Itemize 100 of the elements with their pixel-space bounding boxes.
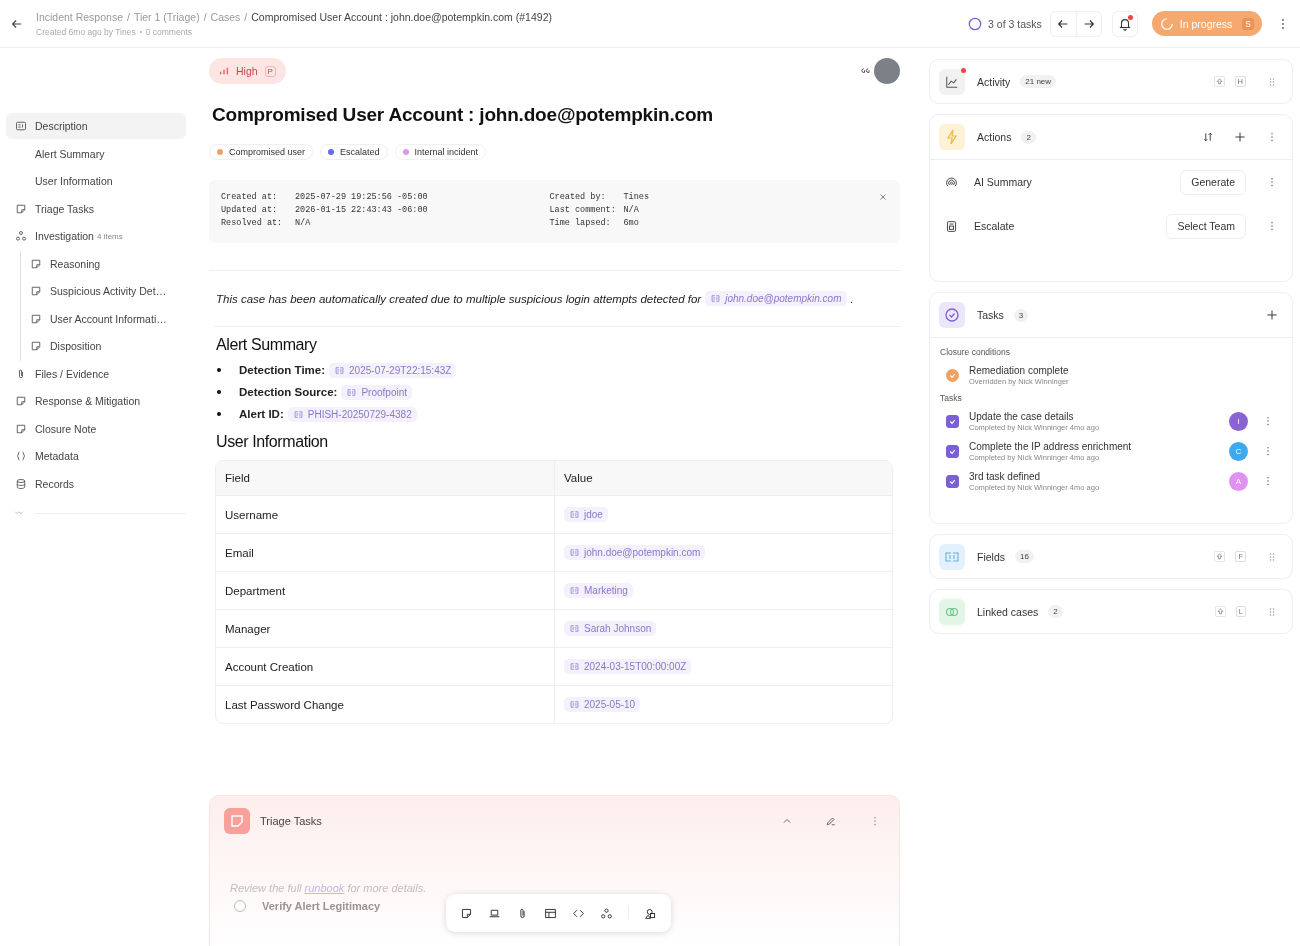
table-icon[interactable] bbox=[544, 906, 557, 920]
action-button[interactable]: Select Team bbox=[1166, 213, 1246, 239]
signal-icon bbox=[945, 175, 958, 189]
panel-title: Linked cases bbox=[977, 605, 1039, 618]
sidebar-subitem[interactable]: User Information bbox=[6, 168, 186, 194]
count-badge: 16 bbox=[1015, 550, 1034, 563]
value-chip[interactable]: Marketing bbox=[564, 583, 633, 598]
email-chip[interactable]: john.doe@potempkin.com bbox=[705, 291, 847, 306]
note-icon bbox=[30, 257, 42, 270]
task-checkbox[interactable] bbox=[946, 474, 959, 488]
close-icon[interactable] bbox=[878, 192, 888, 202]
sidebar-item[interactable]: Description bbox=[6, 113, 186, 139]
table-cell: Manager bbox=[216, 610, 554, 648]
sidebar-item[interactable]: Metadata bbox=[6, 443, 186, 469]
action-label: AI Summary bbox=[974, 176, 1032, 188]
task-title: Complete the IP address enrichment bbox=[969, 440, 1132, 452]
sidebar-subitem[interactable]: Reasoning bbox=[21, 250, 186, 277]
bell-icon bbox=[1117, 16, 1132, 31]
priority-badge[interactable]: High P bbox=[209, 58, 286, 84]
card-title: Triage Tasks bbox=[260, 815, 323, 827]
sidebar-item[interactable]: Files / Evidence bbox=[6, 360, 186, 387]
panel-title: Activity bbox=[977, 75, 1011, 88]
edit-icon[interactable] bbox=[825, 815, 837, 827]
count-badge: 2 bbox=[1021, 130, 1036, 144]
field-icon bbox=[939, 543, 965, 570]
sidebar-subitem[interactable]: Suspicious Activity Det… bbox=[21, 278, 186, 304]
task-checkbox[interactable] bbox=[946, 414, 959, 428]
value-chip[interactable]: Sarah Johnson bbox=[564, 621, 657, 636]
info-label: Created at: bbox=[221, 192, 279, 202]
runbook-note: Review the full runbook for more details. bbox=[230, 882, 428, 894]
sidebar-item[interactable]: Response & Mitigation bbox=[6, 388, 186, 414]
sidebar-item[interactable]: Closure Note bbox=[6, 415, 186, 442]
info-value: Tines bbox=[623, 192, 649, 202]
info-label: Time lapsed: bbox=[549, 218, 612, 228]
assignee-avatar[interactable]: I bbox=[1229, 411, 1248, 431]
note-icon bbox=[30, 312, 42, 325]
alert-field-label: Detection Source: bbox=[239, 386, 338, 398]
value-chip[interactable]: 2024-03-15T00:00:00Z bbox=[564, 659, 692, 674]
info-label: Created by: bbox=[549, 192, 607, 202]
field-icon bbox=[292, 408, 304, 420]
info-label: Updated at: bbox=[221, 205, 279, 215]
field-icon bbox=[569, 585, 580, 596]
shapes-icon[interactable] bbox=[644, 906, 657, 920]
comments-count: 0 comments bbox=[145, 26, 192, 37]
panel-title: Fields bbox=[977, 550, 1005, 563]
task-checkbox[interactable] bbox=[946, 444, 959, 458]
shift-key-icon bbox=[1214, 551, 1226, 562]
note-icon[interactable] bbox=[460, 906, 473, 920]
bullet-dot bbox=[217, 368, 221, 372]
field-icon bbox=[334, 364, 346, 376]
value-chip[interactable]: john.doe@potempkin.com bbox=[564, 545, 706, 560]
info-value: 2025-07-29 19:25:56 -05:00 bbox=[295, 192, 428, 202]
task-count: 3 of 3 tasks bbox=[988, 17, 1042, 30]
sidebar-item[interactable]: Investigation 4 items bbox=[6, 223, 186, 249]
case-title: Compromised User Account : john.doe@potempkin.com bbox=[212, 104, 714, 126]
action-button[interactable]: Generate bbox=[1180, 169, 1246, 195]
link-rings-icon bbox=[939, 598, 965, 625]
note-icon bbox=[15, 395, 27, 407]
note-icon bbox=[30, 285, 42, 297]
value-chip[interactable]: 2025-07-29T22:15:43Z bbox=[329, 362, 457, 378]
field-icon bbox=[569, 547, 580, 558]
field-icon bbox=[569, 509, 580, 520]
task-title: Verify Alert Legitimacy bbox=[262, 900, 381, 912]
breadcrumb-separator: / bbox=[244, 10, 248, 23]
value-chip[interactable]: 2025-05-10 bbox=[564, 697, 641, 712]
info-label: Last comment: bbox=[549, 205, 617, 215]
count-badge: 3 bbox=[1013, 308, 1029, 322]
condition-check[interactable] bbox=[946, 368, 959, 382]
created-meta: Created 6mo ago by Tines bbox=[36, 26, 136, 37]
info-label: Resolved at: bbox=[221, 218, 284, 228]
avatar-placeholder[interactable] bbox=[874, 58, 900, 84]
sidebar-subitem[interactable]: Alert Summary bbox=[6, 140, 186, 167]
alert-field-label: Alert ID: bbox=[239, 408, 284, 420]
action-label: Escalate bbox=[974, 220, 1015, 232]
task-checkbox[interactable] bbox=[234, 900, 246, 912]
group-label: Closure conditions bbox=[940, 347, 1011, 357]
add-icon[interactable] bbox=[1266, 309, 1278, 321]
nodes-icon[interactable] bbox=[600, 906, 613, 920]
value-chip[interactable]: jdoe bbox=[564, 507, 608, 522]
sidebar-item[interactable]: Records bbox=[6, 470, 186, 497]
id-card-icon bbox=[15, 120, 27, 132]
value-chip[interactable]: Proofpoint bbox=[341, 384, 412, 400]
lightning-icon bbox=[939, 124, 965, 150]
sort-icon[interactable] bbox=[1202, 131, 1214, 143]
info-value: 2026-01-15 22:43:43 -06:00 bbox=[295, 205, 428, 215]
ring-icon bbox=[968, 16, 983, 31]
section-heading: Alert Summary bbox=[216, 336, 318, 354]
device-icon bbox=[945, 219, 958, 233]
shift-key-icon bbox=[1214, 606, 1226, 617]
sidebar-subitem[interactable]: User Account Informati… bbox=[21, 305, 186, 332]
task-title: 3rd task defined bbox=[969, 470, 1042, 482]
add-icon[interactable] bbox=[1234, 131, 1246, 143]
notifications-button[interactable] bbox=[1111, 10, 1138, 37]
group-label: Tasks bbox=[940, 393, 963, 403]
breadcrumb-separator: / bbox=[203, 10, 207, 23]
sidebar-item[interactable]: Triage Tasks bbox=[6, 195, 186, 222]
chart-icon bbox=[945, 74, 959, 89]
sidebar-subitem[interactable]: Disposition bbox=[21, 333, 186, 359]
table-cell: Email bbox=[216, 534, 554, 572]
field-icon bbox=[346, 386, 358, 398]
